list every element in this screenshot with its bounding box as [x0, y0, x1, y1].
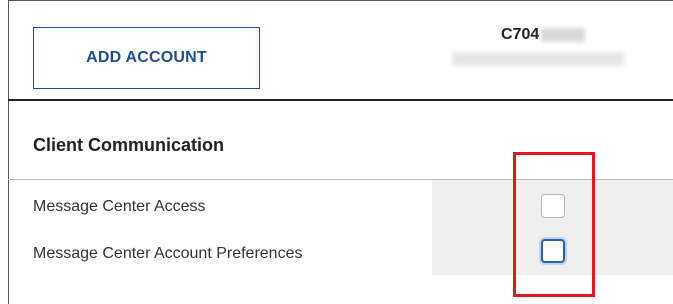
account-id: C704	[432, 26, 673, 44]
section-title: Client Communication	[33, 135, 225, 155]
header-divider	[8, 99, 673, 101]
row-label-message-center-account-preferences: Message Center Account Preferences	[33, 245, 303, 262]
row-label-message-center-access: Message Center Access	[33, 198, 206, 215]
account-id-prefix: C704	[501, 26, 540, 43]
redacted-account-digits	[541, 28, 586, 42]
message-center-access-checkbox[interactable]	[541, 194, 565, 218]
redacted-account-name	[452, 52, 624, 66]
add-account-button[interactable]: ADD ACCOUNT	[33, 27, 260, 89]
message-center-account-preferences-checkbox[interactable]	[541, 239, 565, 263]
account-column-header: C704	[432, 26, 673, 66]
